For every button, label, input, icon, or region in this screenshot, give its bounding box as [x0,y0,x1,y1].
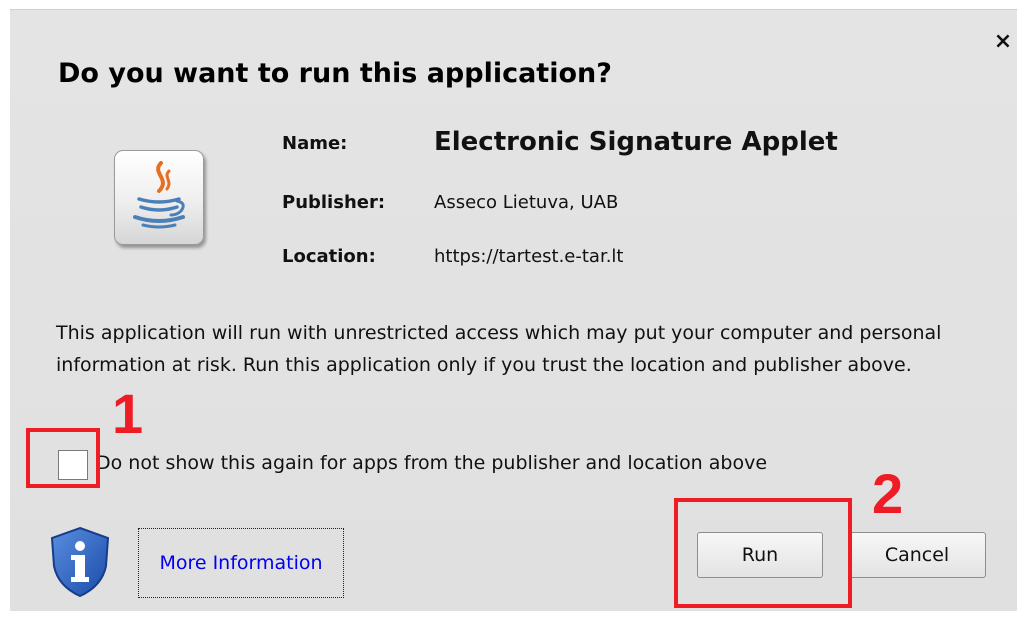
publisher-label: Publisher: [282,192,386,213]
shield-info-icon [48,526,112,598]
name-value: Electronic Signature Applet [434,127,838,157]
annotation-number-2: 2 [872,462,904,525]
location-label: Location: [282,246,376,267]
annotation-box-1 [26,428,100,488]
security-dialog: × Do you want to run this application? N… [10,9,1017,611]
annotation-number-1: 1 [112,382,144,445]
security-warning-text: This application will run with unrestric… [56,322,942,376]
dialog-title: Do you want to run this application? [58,58,612,89]
java-icon [114,150,204,245]
more-information-link[interactable]: More Information [138,528,344,598]
name-label: Name: [282,133,348,154]
annotation-box-2 [674,498,852,608]
location-value: https://tartest.e-tar.lt [434,246,624,267]
do-not-show-again-label[interactable]: Do not show this again for apps from the… [96,452,767,474]
cancel-button[interactable]: Cancel [848,532,986,578]
close-button[interactable]: × [988,24,1017,60]
publisher-value: Asseco Lietuva, UAB [434,192,619,213]
